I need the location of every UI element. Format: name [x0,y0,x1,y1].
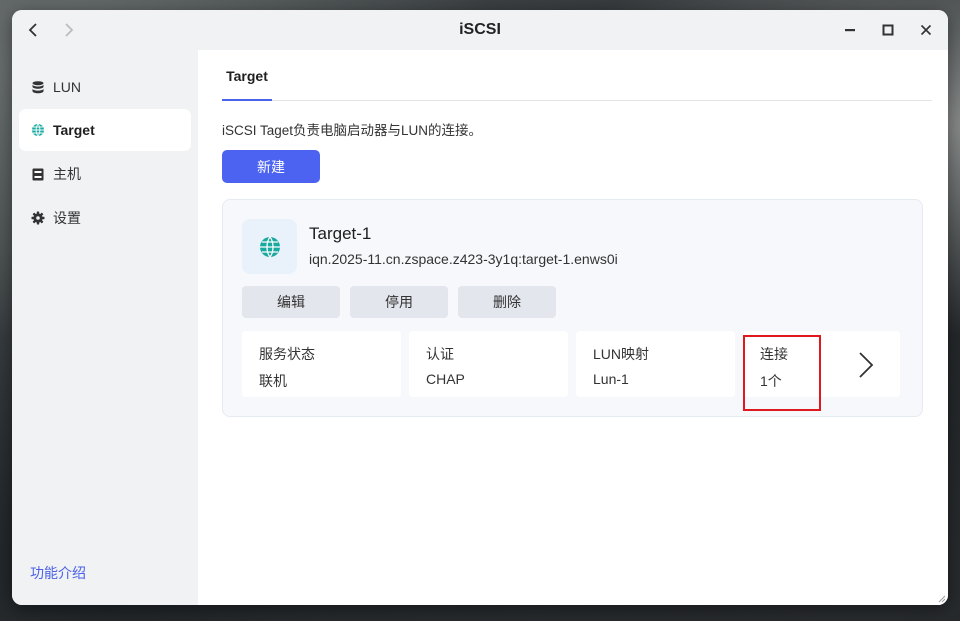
minimize-button[interactable] [836,20,864,40]
info-label: LUN映射 [593,346,650,362]
info-value: CHAP [426,371,465,387]
target-icon-box [242,219,297,274]
globe-icon [31,123,45,137]
window-controls [836,20,940,40]
sidebar-item-label: Target [53,122,95,138]
info-label: 服务状态 [259,346,315,362]
app-window: iSCSI LUN Target 主机 设置 功能介绍 Target iSCSI… [12,10,948,605]
tab-active-indicator [222,99,272,101]
edit-button[interactable]: 编辑 [242,286,340,318]
info-lun-mapping: LUN映射 Lun-1 [576,331,735,397]
target-actions: 编辑 停用 删除 [242,286,556,318]
minimize-icon [845,29,855,32]
new-target-button[interactable]: 新建 [222,150,320,183]
target-iqn: iqn.2025-11.cn.zspace.z423-3y1q:target-1… [309,251,618,267]
disable-button[interactable]: 停用 [350,286,448,318]
maximize-icon [882,24,894,36]
info-value: 联机 [259,373,287,389]
info-auth: 认证 CHAP [409,331,568,397]
tab-target[interactable]: Target [222,50,272,101]
delete-button[interactable]: 删除 [458,286,556,318]
sidebar-item-host[interactable]: 主机 [19,153,191,195]
info-label: 认证 [426,346,454,362]
sidebar-item-label: LUN [53,79,82,95]
sidebar-item-settings[interactable]: 设置 [19,197,191,239]
tab-label: Target [226,68,268,84]
window-title: iSCSI [459,21,501,38]
gear-icon [31,211,45,225]
resize-handle-icon[interactable] [938,595,946,603]
globe-icon [259,236,280,257]
close-icon [920,24,932,36]
title-bar: iSCSI [12,10,948,50]
sidebar-item-target[interactable]: Target [19,109,191,151]
target-name: Target-1 [309,224,372,243]
page-description: iSCSI Taget负责电脑启动器与LUN的连接。 [222,123,483,138]
tab-bar: Target [222,50,932,101]
close-button[interactable] [912,20,940,40]
main-content: Target iSCSI Taget负责电脑启动器与LUN的连接。 新建 Tar… [198,50,948,605]
sidebar: LUN Target 主机 设置 功能介绍 [12,50,198,605]
sidebar-item-lun[interactable]: LUN [19,66,191,108]
server-icon [31,167,45,181]
sidebar-item-label: 主机 [53,166,81,182]
info-value: Lun-1 [593,371,629,387]
maximize-button[interactable] [874,20,902,40]
sidebar-item-label: 设置 [53,210,81,226]
chevron-right-icon[interactable] [858,351,874,379]
database-icon [31,80,45,94]
info-service-status: 服务状态 联机 [242,331,401,397]
highlight-annotation-box [743,335,821,411]
feature-intro-link[interactable]: 功能介绍 [30,563,86,583]
